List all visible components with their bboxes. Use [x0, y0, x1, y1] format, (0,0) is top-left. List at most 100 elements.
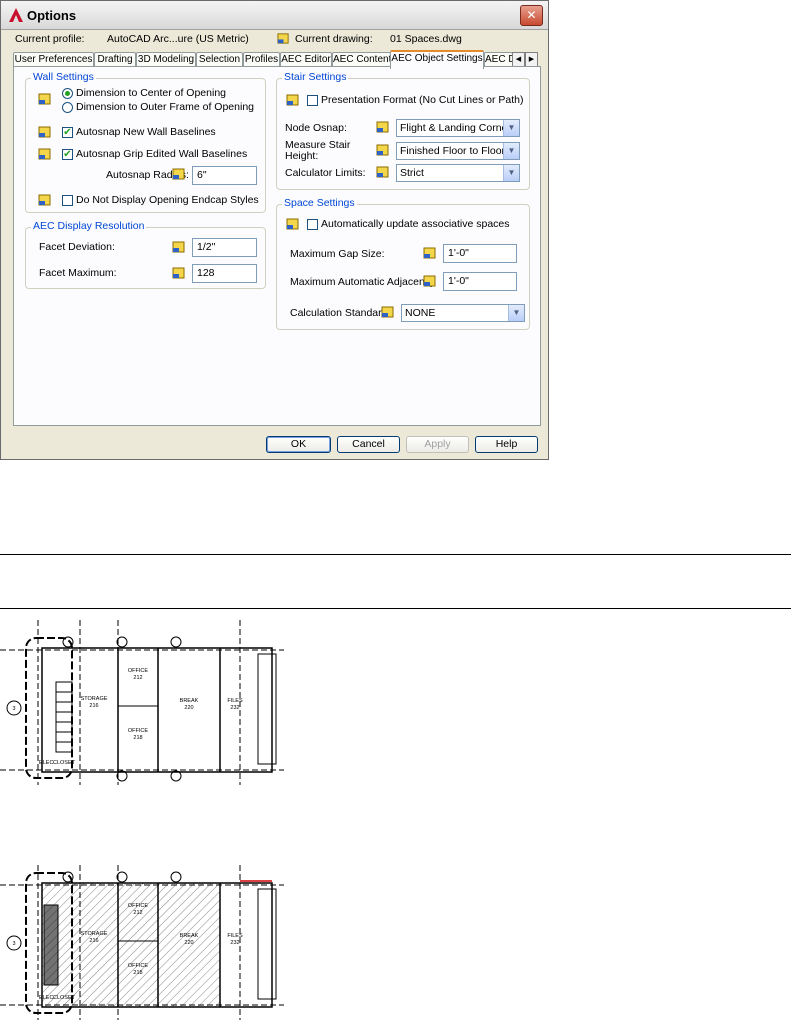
room-number-files: 232	[230, 705, 239, 711]
max-gap-label: Maximum Gap Size:	[290, 248, 385, 260]
calc-standard-select[interactable]: NONE ▼	[401, 304, 525, 322]
tab-selection[interactable]: Selection	[196, 52, 243, 67]
stair-settings-group: Stair Settings Presentation Format (No C…	[276, 71, 530, 190]
setting-stored-icon[interactable]	[172, 167, 186, 181]
tab-3d-modeling[interactable]: 3D Modeling	[136, 52, 196, 67]
room-number-storage: 216	[89, 703, 98, 709]
presentation-format-checkbox[interactable]	[307, 95, 318, 106]
no-endcap-label: Do Not Display Opening Endcap Styles	[76, 194, 259, 206]
setting-stored-icon[interactable]	[38, 193, 52, 207]
tab-scroll-left-icon[interactable]: ◀	[512, 52, 525, 67]
tab-aec-content[interactable]: AEC Content	[332, 52, 391, 67]
room-number-files: 232	[230, 940, 239, 946]
space-settings-group: Space Settings Automatically update asso…	[276, 197, 530, 330]
tab-aec-display[interactable]: AEC D	[484, 52, 513, 67]
room-label-storage: STORAGE	[81, 931, 108, 937]
help-button[interactable]: Help	[475, 436, 538, 453]
room-number-office: 212	[133, 910, 142, 916]
room-label-closet: CLOSET	[53, 760, 76, 766]
current-drawing-value: 01 Spaces.dwg	[390, 33, 462, 45]
room-label-office: OFFICE	[128, 903, 148, 909]
room-number-office: 218	[133, 735, 142, 741]
room-label-files: FILES	[227, 698, 243, 704]
calculator-limits-label: Calculator Limits:	[285, 167, 366, 179]
chevron-down-icon[interactable]: ▼	[503, 120, 519, 136]
setting-stored-icon[interactable]	[38, 125, 52, 139]
room-label-office: OFFICE	[128, 963, 148, 969]
calculator-limits-value: Strict	[400, 167, 424, 179]
tab-strip: User Preferences Drafting 3D Modeling Se…	[13, 50, 543, 69]
setting-stored-icon[interactable]	[38, 147, 52, 161]
chevron-down-icon[interactable]: ▼	[508, 305, 524, 321]
grid-bubble-label: 3	[12, 941, 15, 947]
profile-row: Current profile: AutoCAD Arc...ure (US M…	[15, 33, 538, 47]
calc-standard-value: NONE	[405, 307, 436, 319]
facet-deviation-label: Facet Deviation:	[39, 241, 115, 253]
close-icon: ✕	[526, 8, 537, 22]
max-adjacency-input[interactable]: 1'-0"	[443, 272, 517, 291]
current-profile-value: AutoCAD Arc...ure (US Metric)	[107, 33, 249, 45]
tab-scroll-right-icon[interactable]: ▶	[525, 52, 538, 67]
autocad-logo-icon	[8, 7, 24, 23]
setting-stored-icon[interactable]	[172, 266, 186, 280]
setting-stored-icon[interactable]	[38, 92, 52, 106]
setting-stored-icon[interactable]	[423, 274, 437, 288]
tab-aec-object-settings[interactable]: AEC Object Settings	[390, 50, 484, 69]
room-number-break: 220	[184, 940, 193, 946]
facet-deviation-input[interactable]: 1/2"	[192, 238, 257, 257]
measure-height-label: Measure Stair Height:	[285, 139, 351, 162]
tab-profiles[interactable]: Profiles	[243, 52, 280, 67]
room-number-break: 220	[184, 705, 193, 711]
room-number-office: 212	[133, 675, 142, 681]
room-label-office: OFFICE	[128, 728, 148, 734]
room-label-closet: CLOSET	[53, 995, 76, 1001]
setting-stored-icon[interactable]	[376, 165, 390, 179]
radio-outer-frame[interactable]	[62, 102, 73, 113]
autosnap-grip-label: Autosnap Grip Edited Wall Baselines	[76, 148, 248, 160]
setting-stored-icon[interactable]	[423, 246, 437, 260]
current-drawing-label: Current drawing:	[295, 33, 373, 45]
tab-panel: Wall Settings Dimension to Center of Ope…	[13, 66, 541, 426]
tab-aec-editor[interactable]: AEC Editor	[280, 52, 332, 67]
auto-update-spaces-checkbox[interactable]	[307, 219, 318, 230]
autosnap-new-checkbox[interactable]: ✔	[62, 127, 73, 138]
setting-stored-icon[interactable]	[286, 217, 300, 231]
room-label-storage: STORAGE	[81, 696, 108, 702]
autosnap-radius-input[interactable]: 6"	[192, 166, 257, 185]
node-osnap-value: Flight & Landing Corners	[400, 122, 517, 134]
measure-height-value: Finished Floor to Floor	[400, 145, 506, 157]
room-number-storage: 216	[89, 938, 98, 944]
space-settings-title: Space Settings	[282, 197, 357, 209]
autosnap-grip-checkbox[interactable]: ✔	[62, 149, 73, 160]
ok-button[interactable]: OK	[266, 436, 331, 453]
setting-stored-icon[interactable]	[381, 305, 395, 319]
facet-maximum-input[interactable]: 128	[192, 264, 257, 283]
no-endcap-checkbox[interactable]	[62, 195, 73, 206]
auto-update-spaces-label: Automatically update associative spaces	[321, 218, 510, 230]
calculator-limits-select[interactable]: Strict ▼	[396, 164, 520, 182]
room-number-office: 218	[133, 970, 142, 976]
setting-stored-icon[interactable]	[376, 120, 390, 134]
radio-center-of-opening[interactable]	[62, 88, 73, 99]
apply-button[interactable]: Apply	[406, 436, 469, 453]
title-bar[interactable]: Options ✕	[1, 1, 548, 30]
tab-drafting[interactable]: Drafting	[94, 52, 136, 67]
chevron-down-icon[interactable]: ▼	[503, 143, 519, 159]
grid-bubble-label: 3	[12, 706, 15, 712]
node-osnap-select[interactable]: Flight & Landing Corners ▼	[396, 119, 520, 137]
setting-stored-icon[interactable]	[286, 93, 300, 107]
setting-stored-icon[interactable]	[376, 143, 390, 157]
measure-height-select[interactable]: Finished Floor to Floor ▼	[396, 142, 520, 160]
table-rule-bottom	[0, 608, 791, 609]
cancel-button[interactable]: Cancel	[337, 436, 400, 453]
calc-standard-label: Calculation Standard:	[290, 307, 391, 319]
radio-center-label: Dimension to Center of Opening	[76, 87, 226, 99]
setting-stored-icon[interactable]	[172, 240, 186, 254]
floor-plan-after: STORAGE 216 OFFICE 212 OFFICE 218 BREAK …	[0, 865, 284, 1020]
floor-plan-before: STORAGE 216 OFFICE 212 OFFICE 218 BREAK …	[0, 620, 284, 785]
autosnap-new-label: Autosnap New Wall Baselines	[76, 126, 216, 138]
close-button[interactable]: ✕	[520, 5, 543, 26]
max-gap-input[interactable]: 1'-0"	[443, 244, 517, 263]
tab-user-preferences[interactable]: User Preferences	[13, 52, 94, 67]
chevron-down-icon[interactable]: ▼	[503, 165, 519, 181]
